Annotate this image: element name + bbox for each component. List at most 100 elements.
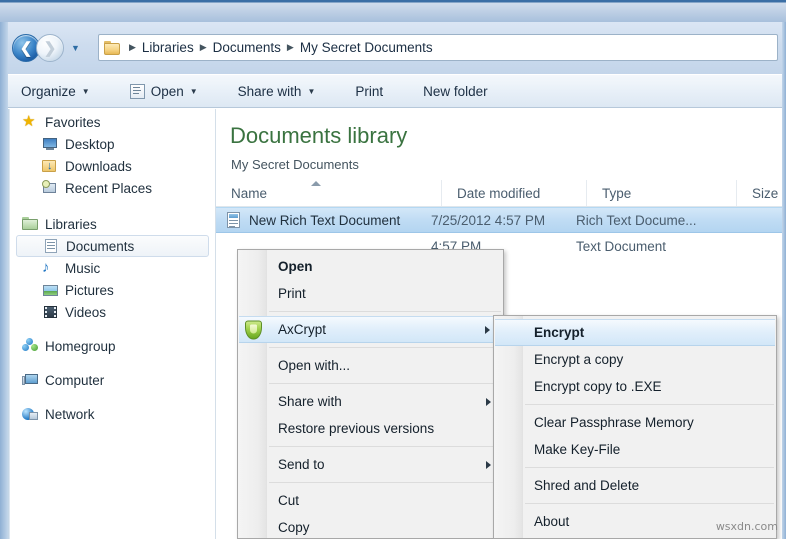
submenu-label-shred-and-delete: Shred and Delete xyxy=(534,478,640,493)
sidebar-item-libraries[interactable]: Libraries xyxy=(8,213,215,235)
forward-arrow-icon: ❯ xyxy=(43,39,57,57)
sidebar-item-music[interactable]: ♪ Music xyxy=(8,257,215,279)
context-menu-label-open-with: Open with... xyxy=(278,358,351,373)
context-menu-item-copy[interactable]: Copy xyxy=(238,514,503,538)
nav-pane-edge xyxy=(8,109,10,539)
sidebar-item-favorites[interactable]: ★ Favorites xyxy=(8,111,215,133)
context-menu-item-restore-previous-versions[interactable]: Restore previous versions xyxy=(238,415,503,442)
music-icon: ♪ xyxy=(42,259,50,276)
open-button[interactable]: Open ▼ xyxy=(121,78,207,104)
breadcrumb-item-libraries[interactable]: Libraries xyxy=(142,40,194,55)
sidebar-item-desktop[interactable]: Desktop xyxy=(8,133,215,155)
sidebar-label-desktop: Desktop xyxy=(65,136,115,152)
homegroup-icon xyxy=(22,338,39,354)
context-menu-label-cut: Cut xyxy=(278,493,300,508)
context-menu-items: Open Print AxCrypt Open with... Share wi… xyxy=(238,250,503,538)
address-bar[interactable]: ▶ Libraries ▶ Documents ▶ My Secret Docu… xyxy=(98,34,778,61)
sidebar-item-computer[interactable]: Computer xyxy=(8,369,215,391)
print-label: Print xyxy=(355,83,384,99)
desktop-icon xyxy=(42,136,59,152)
submenu-item-encrypt-a-copy[interactable]: Encrypt a copy xyxy=(494,346,776,373)
page-title: Documents library xyxy=(230,123,408,148)
context-menu-item-axcrypt[interactable]: AxCrypt xyxy=(239,316,502,343)
context-menu-label-send-to: Send to xyxy=(278,457,325,472)
new-folder-button[interactable]: New folder xyxy=(414,78,497,104)
breadcrumb-item-my-secret-documents[interactable]: My Secret Documents xyxy=(300,40,433,55)
column-header-type[interactable]: Type xyxy=(586,180,736,206)
breadcrumb-separator-icon[interactable]: ▶ xyxy=(123,42,142,53)
new-folder-label: New folder xyxy=(423,83,488,99)
print-button[interactable]: Print xyxy=(346,78,392,104)
sidebar-label-recent-places: Recent Places xyxy=(65,180,153,196)
context-menu: Open Print AxCrypt Open with... Share wi… xyxy=(237,249,504,539)
context-menu-label-axcrypt: AxCrypt xyxy=(278,322,327,337)
submenu-item-clear-passphrase-memory[interactable]: Clear Passphrase Memory xyxy=(494,409,776,436)
breadcrumb-separator-icon[interactable]: ▶ xyxy=(194,42,213,53)
column-header-date-modified[interactable]: Date modified xyxy=(441,180,586,206)
context-menu-label-open: Open xyxy=(278,259,313,274)
context-menu-item-open[interactable]: Open xyxy=(238,253,503,280)
context-menu-item-send-to[interactable]: Send to xyxy=(238,451,503,478)
watermark: wsxdn.com xyxy=(715,520,778,533)
sidebar-item-homegroup[interactable]: Homegroup xyxy=(8,335,215,357)
window-frame-right xyxy=(782,22,786,539)
sidebar-item-recent-places[interactable]: Recent Places xyxy=(8,177,215,199)
window-frame-left xyxy=(0,22,8,539)
submenu-label-about: About xyxy=(534,514,570,529)
column-header-type-label: Type xyxy=(602,185,632,201)
context-menu-item-cut[interactable]: Cut xyxy=(238,487,503,514)
breadcrumb-separator-icon[interactable]: ▶ xyxy=(281,42,300,53)
share-with-button[interactable]: Share with ▼ xyxy=(229,78,325,104)
sidebar-label-downloads: Downloads xyxy=(65,158,132,174)
sidebar-item-pictures[interactable]: Pictures xyxy=(8,279,215,301)
sidebar-label-libraries: Libraries xyxy=(45,216,97,232)
context-menu-separator xyxy=(269,482,501,483)
submenu-item-make-key-file[interactable]: Make Key-File xyxy=(494,436,776,463)
recent-pages-dropdown-icon[interactable]: ▼ xyxy=(69,42,82,55)
submenu-item-encrypt[interactable]: Encrypt xyxy=(495,319,775,346)
sort-ascending-icon xyxy=(311,181,321,186)
file-type-cell: Rich Text Docume... xyxy=(576,212,697,228)
chevron-down-icon: ▼ xyxy=(189,86,198,96)
network-icon xyxy=(22,406,39,422)
column-headers: Name Date modified Type Size xyxy=(216,180,782,207)
explorer-window: ❮ ❯ ▼ ▶ Libraries ▶ Documents ▶ My Secre… xyxy=(0,0,786,539)
submenu-item-encrypt-copy-to-exe[interactable]: Encrypt copy to .EXE xyxy=(494,373,776,400)
column-header-size[interactable]: Size xyxy=(736,180,782,206)
context-menu-separator xyxy=(269,383,501,384)
table-row[interactable]: New Rich Text Document 7/25/2012 4:57 PM… xyxy=(216,207,782,233)
forward-button[interactable]: ❯ xyxy=(36,34,64,62)
open-label: Open xyxy=(150,83,184,99)
column-header-name[interactable]: Name xyxy=(216,180,441,206)
context-menu-label-print: Print xyxy=(278,286,306,301)
documents-icon xyxy=(43,238,60,254)
chevron-down-icon: ▼ xyxy=(81,86,90,96)
navigation-pane: ★ Favorites Desktop ↓ Downloads Recent P… xyxy=(8,109,215,539)
context-menu-item-print[interactable]: Print xyxy=(238,280,503,307)
chevron-right-icon xyxy=(485,325,490,334)
sidebar-group-libraries: Libraries Documents ♪ Music Pictures Vid… xyxy=(8,213,215,323)
sidebar-label-music: Music xyxy=(65,260,101,276)
context-menu-item-share-with[interactable]: Share with xyxy=(238,388,503,415)
axcrypt-shield-icon xyxy=(245,320,262,339)
sidebar-item-documents[interactable]: Documents xyxy=(16,235,209,257)
context-menu-separator xyxy=(269,311,501,312)
organize-button[interactable]: Organize ▼ xyxy=(12,78,99,104)
context-menu-item-open-with[interactable]: Open with... xyxy=(238,352,503,379)
navigation-buttons: ❮ ❯ ▼ xyxy=(12,34,82,62)
share-with-label: Share with xyxy=(237,83,302,99)
file-type-cell: Text Document xyxy=(576,238,667,254)
back-arrow-icon: ❮ xyxy=(19,39,33,57)
rich-text-document-icon xyxy=(226,211,242,229)
sidebar-item-network[interactable]: Network xyxy=(8,403,215,425)
file-name-label: New Rich Text Document xyxy=(249,212,401,228)
context-menu-label-share-with: Share with xyxy=(278,394,342,409)
computer-icon xyxy=(22,372,39,388)
sidebar-item-videos[interactable]: Videos xyxy=(8,301,215,323)
submenu-label-encrypt-copy-to-exe: Encrypt copy to .EXE xyxy=(534,379,662,394)
sidebar-label-pictures: Pictures xyxy=(65,282,114,298)
context-menu-label-restore: Restore previous versions xyxy=(278,421,435,436)
sidebar-item-downloads[interactable]: ↓ Downloads xyxy=(8,155,215,177)
breadcrumb-item-documents[interactable]: Documents xyxy=(213,40,281,55)
submenu-item-shred-and-delete[interactable]: Shred and Delete xyxy=(494,472,776,499)
